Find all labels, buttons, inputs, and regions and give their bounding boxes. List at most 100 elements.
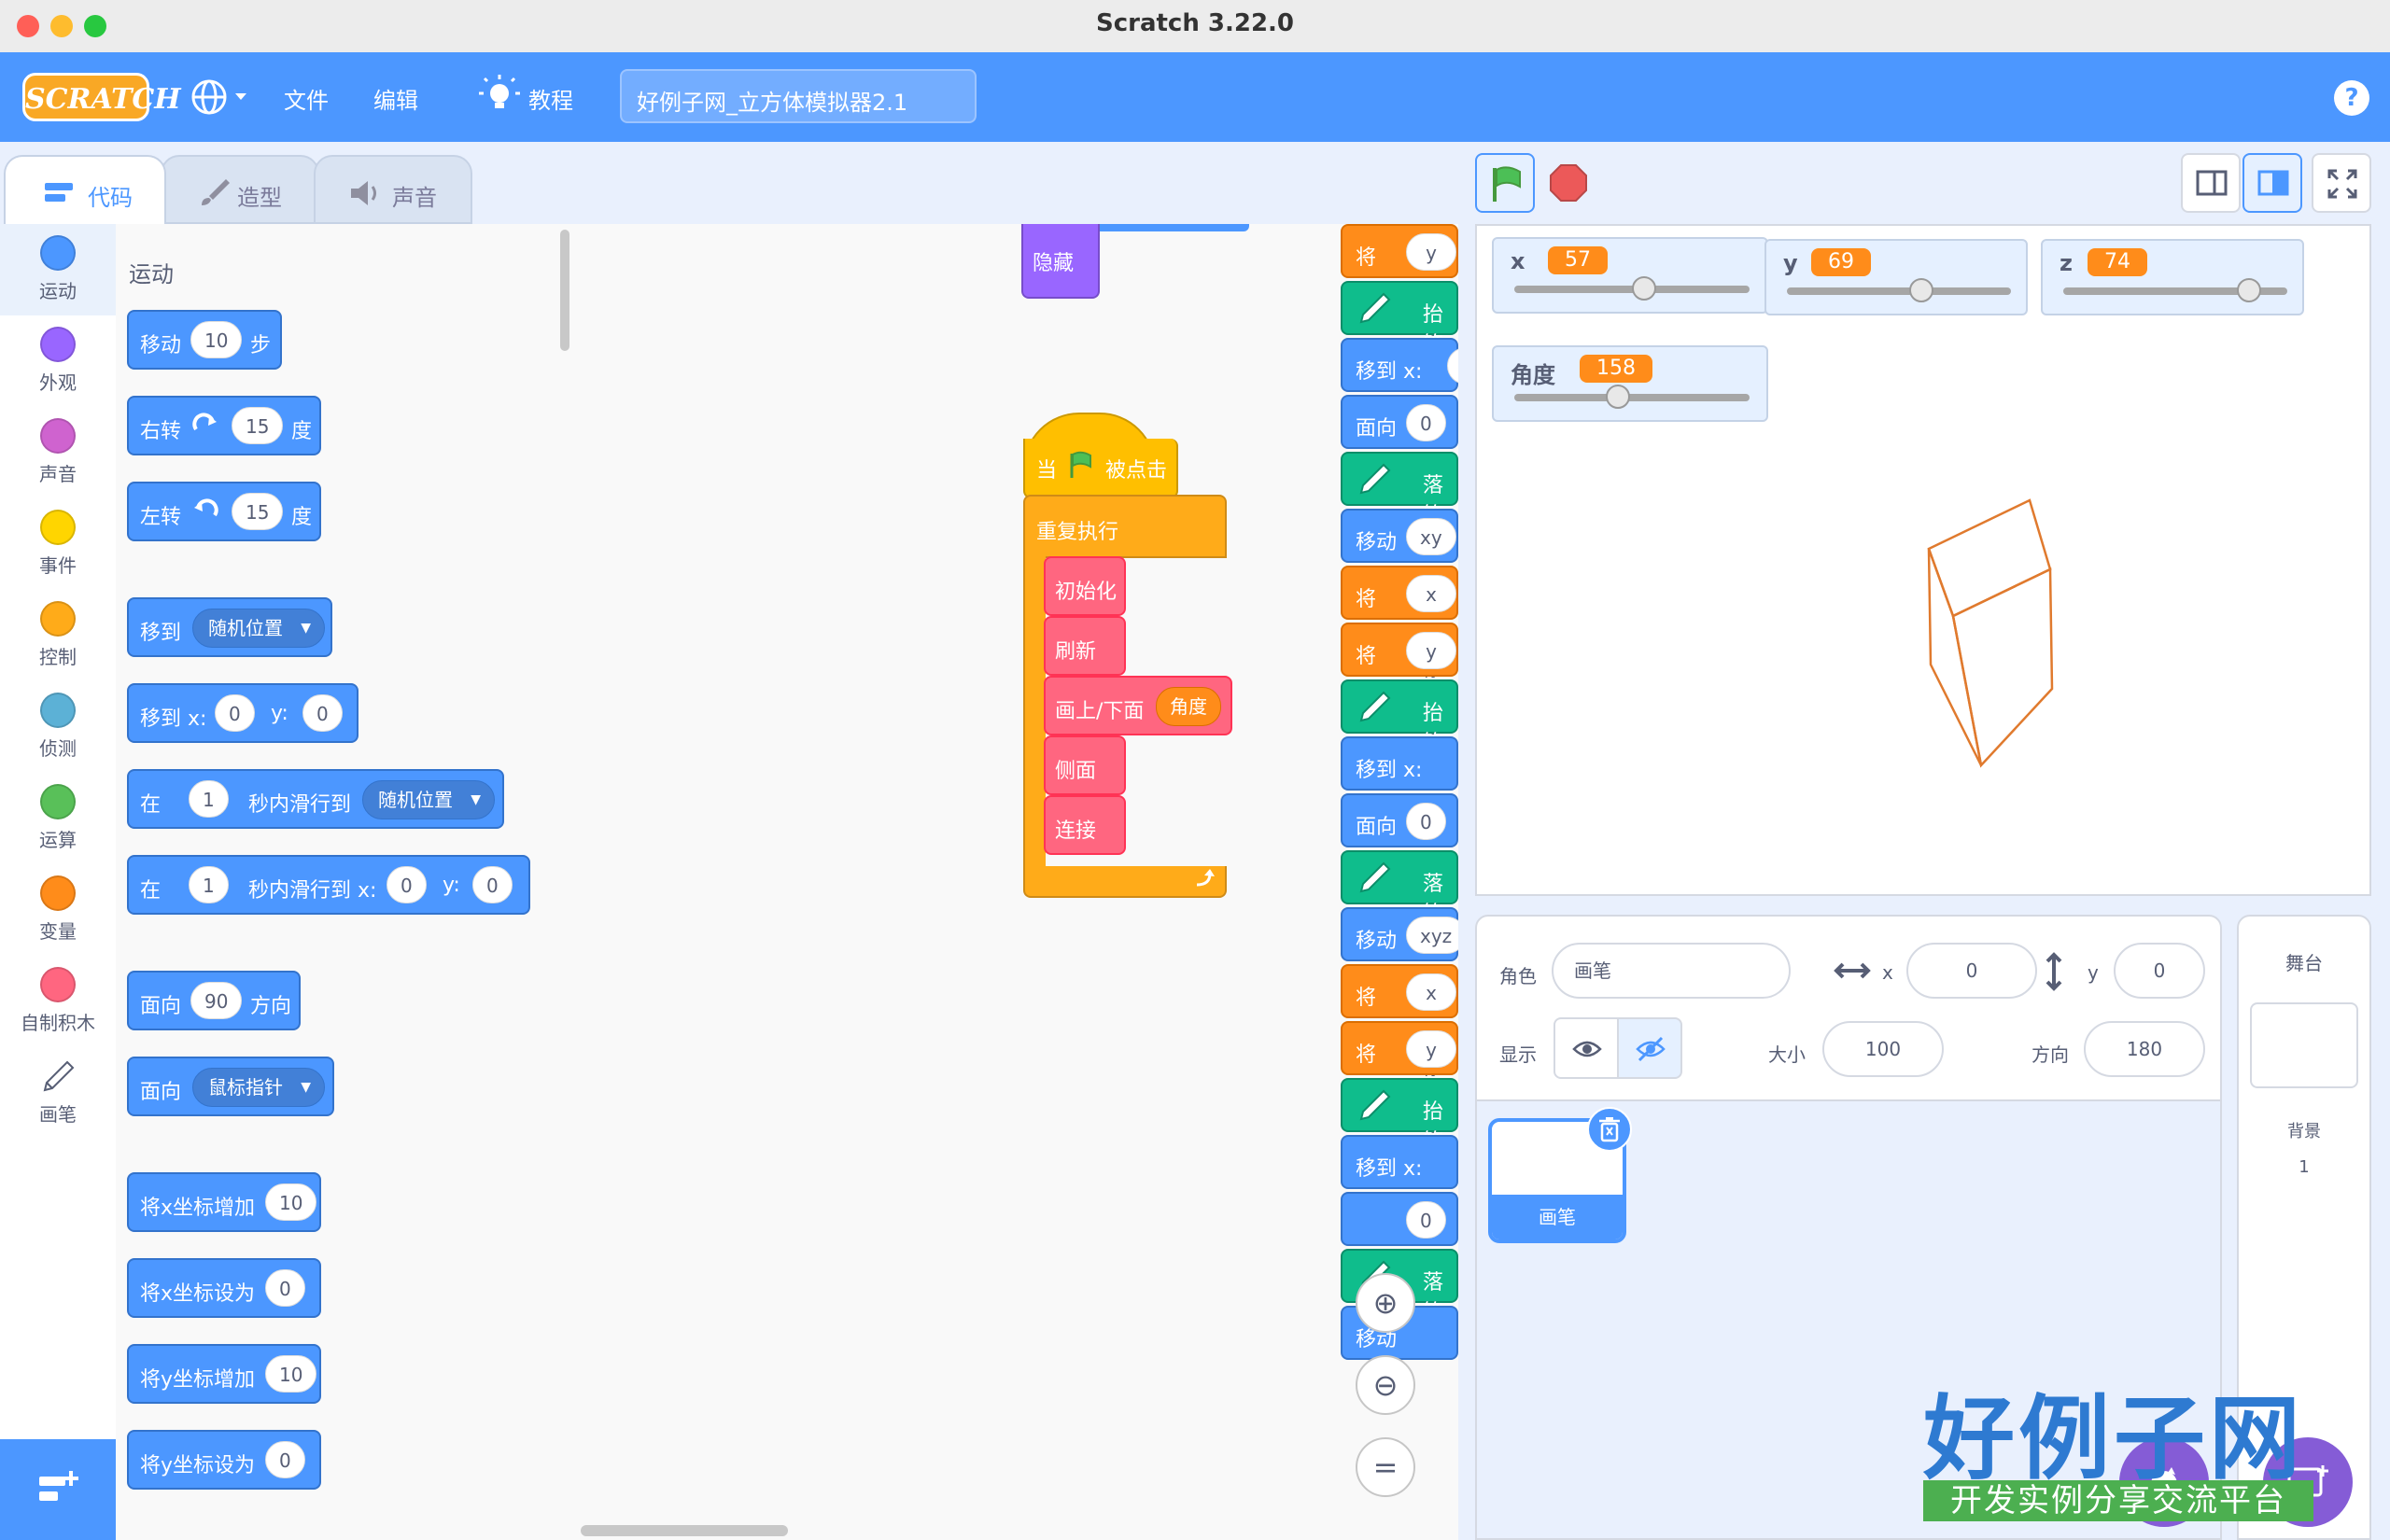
- green-flag-button[interactable]: [1475, 153, 1535, 213]
- offscreen-block-input[interactable]: y 坐标: [1406, 1030, 1456, 1136]
- monitor-x-slider-knob[interactable]: [1631, 276, 1656, 301]
- glide-target-dropdown[interactable]: 随机位置: [362, 780, 495, 819]
- forever-block[interactable]: 重复执行: [1023, 495, 1227, 558]
- glide-xy-block[interactable]: 在 1 秒内滑行到 x: 0 y: 0: [127, 855, 530, 915]
- offscreen-block[interactable]: 将 y 坐标: [1341, 623, 1458, 737]
- offscreen-block[interactable]: 移到 x:: [1341, 736, 1458, 791]
- monitor-y[interactable]: y 69: [1764, 239, 2028, 315]
- offscreen-block-input[interactable]: 0: [1447, 347, 1458, 385]
- offscreen-block[interactable]: 落笔: [1341, 452, 1458, 527]
- zoom-reset-button[interactable]: =: [1356, 1437, 1415, 1497]
- offscreen-block-input[interactable]: xyz: [1406, 917, 1458, 954]
- workspace-horizontal-scrollbar[interactable]: [581, 1525, 788, 1536]
- glide-xy-seconds-input[interactable]: 1: [189, 866, 229, 903]
- draw-updown-custom-block[interactable]: 画上/下面 角度: [1044, 676, 1232, 735]
- sprite-x-input[interactable]: 0: [1906, 943, 2037, 999]
- zoom-out-button[interactable]: ⊖: [1356, 1355, 1415, 1415]
- language-globe-icon[interactable]: [187, 75, 252, 119]
- offscreen-block-input[interactable]: 0: [1406, 1201, 1446, 1239]
- sprite-name-input[interactable]: 画笔: [1552, 943, 1791, 999]
- connect-custom-block[interactable]: 连接: [1044, 795, 1126, 855]
- hide-sprite-button[interactable]: [1617, 1017, 1682, 1079]
- file-menu[interactable]: 文件: [284, 82, 329, 115]
- change-y-block[interactable]: 将y坐标增加 10: [127, 1344, 321, 1404]
- goto-x-input[interactable]: 0: [215, 694, 255, 732]
- goto-target-dropdown[interactable]: 随机位置: [192, 609, 325, 648]
- sprite-size-input[interactable]: 100: [1822, 1021, 1944, 1077]
- fullscreen-button[interactable]: [2312, 153, 2371, 213]
- category-operators[interactable]: 运算: [0, 773, 116, 864]
- category-my-blocks[interactable]: 自制积木: [0, 956, 116, 1047]
- category-motion[interactable]: 运动: [0, 224, 116, 315]
- small-stage-button[interactable]: [2181, 153, 2241, 213]
- set-y-input[interactable]: 0: [265, 1441, 305, 1478]
- add-extension-button[interactable]: [0, 1439, 116, 1540]
- offscreen-block[interactable]: 0: [1341, 1192, 1458, 1246]
- offscreen-block[interactable]: 将 y 坐标: [1341, 1021, 1458, 1136]
- hide-block[interactable]: 隐藏: [1021, 224, 1100, 299]
- offscreen-block[interactable]: 抬笔: [1341, 1078, 1458, 1154]
- scratch-logo[interactable]: SCRATCH: [22, 73, 181, 121]
- offscreen-block[interactable]: 面向 0: [1341, 395, 1458, 449]
- category-events[interactable]: 事件: [0, 498, 116, 590]
- tab-costumes[interactable]: 造型: [161, 155, 319, 224]
- offscreen-block-input[interactable]: y 坐标: [1406, 632, 1456, 737]
- turn-left-block[interactable]: 左转 15 度: [127, 482, 321, 541]
- change-x-input[interactable]: 10: [265, 1183, 317, 1221]
- offscreen-block-input[interactable]: y 坐标: [1406, 233, 1456, 339]
- backdrop-thumbnail[interactable]: [2250, 1002, 2358, 1088]
- offscreen-block[interactable]: 移到 x:: [1341, 1135, 1458, 1189]
- palette-scrollbar[interactable]: [560, 230, 569, 351]
- code-workspace[interactable]: [581, 224, 1458, 1540]
- direction-input[interactable]: 90: [190, 982, 243, 1019]
- glide-y-input[interactable]: 0: [472, 866, 513, 903]
- zoom-in-button[interactable]: ⊕: [1356, 1273, 1415, 1333]
- sprite-direction-input[interactable]: 180: [2084, 1021, 2205, 1077]
- change-x-block[interactable]: 将x坐标增加 10: [127, 1172, 321, 1232]
- category-pen[interactable]: 画笔: [0, 1047, 116, 1139]
- turn-right-block[interactable]: 右转 15 度: [127, 396, 321, 455]
- lightbulb-icon[interactable]: [476, 73, 523, 119]
- normal-stage-button[interactable]: [2242, 153, 2302, 213]
- goto-y-input[interactable]: 0: [302, 694, 343, 732]
- angle-variable-reporter[interactable]: 角度: [1156, 687, 1221, 726]
- glide-block[interactable]: 在 1 秒内滑行到 随机位置: [127, 769, 504, 829]
- offscreen-block-input[interactable]: x 坐标: [1406, 973, 1456, 1079]
- side-custom-block[interactable]: 侧面: [1044, 735, 1126, 795]
- point-towards-dropdown[interactable]: 鼠标指针: [192, 1068, 325, 1107]
- offscreen-block[interactable]: 将 y 坐标: [1341, 224, 1458, 339]
- offscreen-block[interactable]: 移到 x: 0: [1341, 338, 1458, 392]
- offscreen-block-input[interactable]: x 坐标: [1406, 575, 1456, 680]
- point-direction-block[interactable]: 面向 90 方向: [127, 971, 301, 1030]
- offscreen-block[interactable]: 抬笔: [1341, 281, 1458, 357]
- help-button[interactable]: ?: [2334, 80, 2369, 116]
- glide-seconds-input[interactable]: 1: [189, 780, 229, 818]
- tutorials-menu[interactable]: 教程: [528, 82, 573, 115]
- offscreen-block[interactable]: 抬笔: [1341, 679, 1458, 755]
- set-x-block[interactable]: 将x坐标设为 0: [127, 1258, 321, 1318]
- monitor-z-slider-knob[interactable]: [2237, 278, 2262, 302]
- category-variables[interactable]: 变量: [0, 864, 116, 956]
- show-sprite-button[interactable]: [1554, 1017, 1619, 1079]
- set-x-input[interactable]: 0: [265, 1269, 305, 1307]
- monitor-y-slider-knob[interactable]: [1909, 278, 1933, 302]
- project-title-input[interactable]: 好例子网_立方体模拟器2.1: [620, 69, 977, 123]
- monitor-angle-slider-track[interactable]: [1514, 394, 1750, 401]
- offscreen-block-input[interactable]: 0: [1406, 404, 1446, 441]
- goto-block[interactable]: 移到 随机位置: [127, 597, 332, 657]
- category-control[interactable]: 控制: [0, 590, 116, 681]
- refresh-custom-block[interactable]: 刷新: [1044, 616, 1126, 676]
- offscreen-block-input[interactable]: xy: [1406, 518, 1456, 555]
- monitor-y-slider-track[interactable]: [1787, 287, 2011, 295]
- monitor-angle-slider-knob[interactable]: [1605, 385, 1630, 409]
- goto-xy-block[interactable]: 移到 x: 0 y: 0: [127, 683, 358, 743]
- delete-sprite-button[interactable]: [1587, 1107, 1632, 1152]
- tab-sounds[interactable]: 声音: [314, 155, 472, 224]
- monitor-x[interactable]: x 57: [1492, 237, 1768, 314]
- monitor-z[interactable]: z 74: [2041, 239, 2304, 315]
- offscreen-block[interactable]: 将 x 坐标: [1341, 964, 1458, 1079]
- offscreen-block[interactable]: 移动 xy: [1341, 509, 1458, 563]
- move-steps-block[interactable]: 移动 10 步: [127, 310, 282, 370]
- sprite-y-input[interactable]: 0: [2114, 943, 2205, 999]
- when-flag-clicked-block[interactable]: 当 被点击: [1023, 439, 1178, 498]
